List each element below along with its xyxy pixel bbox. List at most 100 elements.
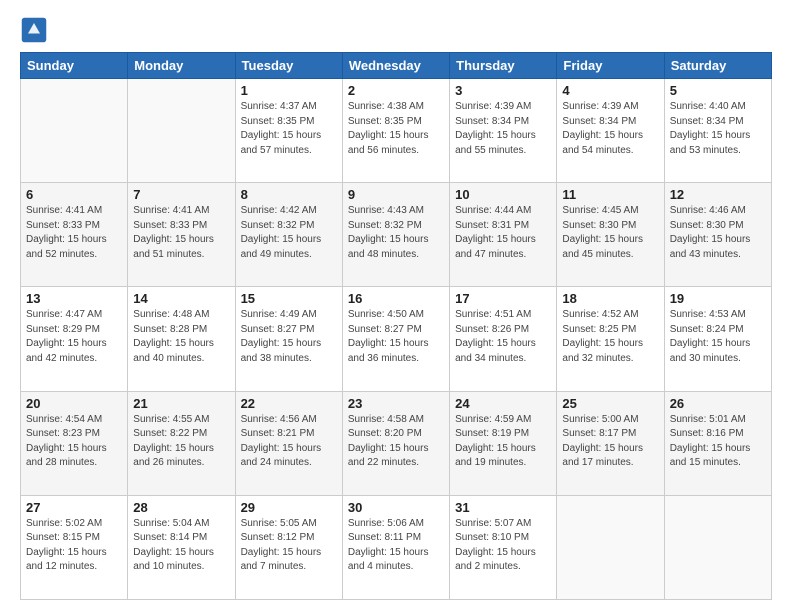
day-number: 7 (133, 187, 229, 202)
calendar-cell: 11Sunrise: 4:45 AM Sunset: 8:30 PM Dayli… (557, 183, 664, 287)
day-info: Sunrise: 4:52 AM Sunset: 8:25 PM Dayligh… (562, 308, 658, 366)
header (20, 16, 772, 44)
day-number: 16 (348, 291, 444, 306)
day-info: Sunrise: 4:53 AM Sunset: 8:24 PM Dayligh… (670, 308, 766, 366)
calendar-cell: 9Sunrise: 4:43 AM Sunset: 8:32 PM Daylig… (342, 183, 449, 287)
calendar-cell (128, 79, 235, 183)
day-info: Sunrise: 5:05 AM Sunset: 8:12 PM Dayligh… (241, 517, 337, 575)
calendar-week-row: 6 Sunrise: 4:41 AM Sunset: 8:33 PM Daylig… (21, 183, 772, 287)
day-number: 9 (348, 187, 444, 202)
weekday-header-thursday: Thursday (450, 53, 557, 79)
day-info: Sunrise: 4:45 AM Sunset: 8:30 PM Dayligh… (562, 204, 658, 262)
day-number: 17 (455, 291, 551, 306)
day-number: 23 (348, 396, 444, 411)
day-number: 18 (562, 291, 658, 306)
calendar-cell: 17 Sunrise: 4:51 AM Sunset: 8:26 PM Dayli… (450, 287, 557, 391)
calendar-cell (557, 495, 664, 599)
calendar-cell: 24 Sunrise: 4:59 AM Sunset: 8:19 PM Dayli… (450, 391, 557, 495)
day-info: Sunrise: 5:02 AM Sunset: 8:15 PM Dayligh… (26, 517, 122, 575)
day-info: Sunrise: 4:59 AM Sunset: 8:19 PM Dayligh… (455, 413, 551, 471)
day-info: Sunrise: 4:41 AM Sunset: 8:33 PM Dayligh… (26, 204, 122, 262)
day-info: Sunrise: 4:44 AM Sunset: 8:31 PM Dayligh… (455, 204, 551, 262)
day-number: 10 (455, 187, 551, 202)
calendar-cell: 5 Sunrise: 4:40 AM Sunset: 8:34 PM Daylig… (664, 79, 771, 183)
day-info: Sunrise: 4:47 AM Sunset: 8:29 PM Dayligh… (26, 308, 122, 366)
day-number: 25 (562, 396, 658, 411)
day-number: 20 (26, 396, 122, 411)
day-info: Sunrise: 4:56 AM Sunset: 8:21 PM Dayligh… (241, 413, 337, 471)
calendar-cell: 31Sunrise: 5:07 AM Sunset: 8:10 PM Dayli… (450, 495, 557, 599)
calendar-cell: 14 Sunrise: 4:48 AM Sunset: 8:28 PM Dayli… (128, 287, 235, 391)
day-number: 24 (455, 396, 551, 411)
day-number: 15 (241, 291, 337, 306)
day-info: Sunrise: 4:58 AM Sunset: 8:20 PM Dayligh… (348, 413, 444, 471)
calendar-cell: 16 Sunrise: 4:50 AM Sunset: 8:27 PM Dayli… (342, 287, 449, 391)
weekday-header-friday: Friday (557, 53, 664, 79)
day-number: 29 (241, 500, 337, 515)
day-info: Sunrise: 4:40 AM Sunset: 8:34 PM Dayligh… (670, 100, 766, 158)
day-number: 26 (670, 396, 766, 411)
calendar-cell: 29 Sunrise: 5:05 AM Sunset: 8:12 PM Dayli… (235, 495, 342, 599)
calendar-cell: 25 Sunrise: 5:00 AM Sunset: 8:17 PM Dayli… (557, 391, 664, 495)
calendar-cell: 20 Sunrise: 4:54 AM Sunset: 8:23 PM Dayli… (21, 391, 128, 495)
day-number: 27 (26, 500, 122, 515)
day-info: Sunrise: 4:49 AM Sunset: 8:27 PM Dayligh… (241, 308, 337, 366)
day-number: 8 (241, 187, 337, 202)
day-info: Sunrise: 5:01 AM Sunset: 8:16 PM Dayligh… (670, 413, 766, 471)
calendar-cell: 1 Sunrise: 4:37 AM Sunset: 8:35 PM Daylig… (235, 79, 342, 183)
calendar-cell: 2 Sunrise: 4:38 AM Sunset: 8:35 PM Daylig… (342, 79, 449, 183)
day-info: Sunrise: 5:00 AM Sunset: 8:17 PM Dayligh… (562, 413, 658, 471)
day-info: Sunrise: 4:50 AM Sunset: 8:27 PM Dayligh… (348, 308, 444, 366)
day-info: Sunrise: 4:38 AM Sunset: 8:35 PM Dayligh… (348, 100, 444, 158)
calendar-cell: 4Sunrise: 4:39 AM Sunset: 8:34 PM Daylig… (557, 79, 664, 183)
calendar-cell: 13 Sunrise: 4:47 AM Sunset: 8:29 PM Dayli… (21, 287, 128, 391)
calendar-cell: 22 Sunrise: 4:56 AM Sunset: 8:21 PM Dayli… (235, 391, 342, 495)
calendar-cell (664, 495, 771, 599)
day-number: 31 (455, 500, 551, 515)
calendar-cell: 30Sunrise: 5:06 AM Sunset: 8:11 PM Dayli… (342, 495, 449, 599)
calendar-cell: 8 Sunrise: 4:42 AM Sunset: 8:32 PM Daylig… (235, 183, 342, 287)
day-info: Sunrise: 4:42 AM Sunset: 8:32 PM Dayligh… (241, 204, 337, 262)
calendar-cell: 19 Sunrise: 4:53 AM Sunset: 8:24 PM Dayli… (664, 287, 771, 391)
logo (20, 16, 52, 44)
calendar-cell: 10 Sunrise: 4:44 AM Sunset: 8:31 PM Dayli… (450, 183, 557, 287)
calendar-cell: 26 Sunrise: 5:01 AM Sunset: 8:16 PM Dayli… (664, 391, 771, 495)
day-info: Sunrise: 5:06 AM Sunset: 8:11 PM Dayligh… (348, 517, 444, 575)
day-info: Sunrise: 4:54 AM Sunset: 8:23 PM Dayligh… (26, 413, 122, 471)
day-info: Sunrise: 4:55 AM Sunset: 8:22 PM Dayligh… (133, 413, 229, 471)
day-info: Sunrise: 4:51 AM Sunset: 8:26 PM Dayligh… (455, 308, 551, 366)
weekday-header-wednesday: Wednesday (342, 53, 449, 79)
day-number: 2 (348, 83, 444, 98)
calendar-cell (21, 79, 128, 183)
day-number: 6 (26, 187, 122, 202)
day-number: 3 (455, 83, 551, 98)
logo-icon (20, 16, 48, 44)
day-number: 5 (670, 83, 766, 98)
day-number: 1 (241, 83, 337, 98)
day-number: 19 (670, 291, 766, 306)
day-number: 13 (26, 291, 122, 306)
weekday-header-tuesday: Tuesday (235, 53, 342, 79)
calendar-week-row: 13 Sunrise: 4:47 AM Sunset: 8:29 PM Dayli… (21, 287, 772, 391)
calendar-cell: 18 Sunrise: 4:52 AM Sunset: 8:25 PM Dayli… (557, 287, 664, 391)
weekday-header-sunday: Sunday (21, 53, 128, 79)
calendar-cell: 15 Sunrise: 4:49 AM Sunset: 8:27 PM Dayli… (235, 287, 342, 391)
calendar-table: SundayMondayTuesdayWednesdayThursdayFrid… (20, 52, 772, 600)
weekday-header-saturday: Saturday (664, 53, 771, 79)
day-info: Sunrise: 4:48 AM Sunset: 8:28 PM Dayligh… (133, 308, 229, 366)
page: SundayMondayTuesdayWednesdayThursdayFrid… (0, 0, 792, 612)
calendar-cell: 7 Sunrise: 4:41 AM Sunset: 8:33 PM Daylig… (128, 183, 235, 287)
calendar-cell: 23 Sunrise: 4:58 AM Sunset: 8:20 PM Dayli… (342, 391, 449, 495)
calendar-week-row: 27 Sunrise: 5:02 AM Sunset: 8:15 PM Dayli… (21, 495, 772, 599)
calendar-cell: 28Sunrise: 5:04 AM Sunset: 8:14 PM Dayli… (128, 495, 235, 599)
calendar-cell: 21Sunrise: 4:55 AM Sunset: 8:22 PM Dayli… (128, 391, 235, 495)
day-info: Sunrise: 4:37 AM Sunset: 8:35 PM Dayligh… (241, 100, 337, 158)
calendar-cell: 27 Sunrise: 5:02 AM Sunset: 8:15 PM Dayli… (21, 495, 128, 599)
day-info: Sunrise: 4:39 AM Sunset: 8:34 PM Dayligh… (562, 100, 658, 158)
day-info: Sunrise: 4:41 AM Sunset: 8:33 PM Dayligh… (133, 204, 229, 262)
day-info: Sunrise: 5:04 AM Sunset: 8:14 PM Dayligh… (133, 517, 229, 575)
day-number: 22 (241, 396, 337, 411)
calendar-week-row: 1 Sunrise: 4:37 AM Sunset: 8:35 PM Daylig… (21, 79, 772, 183)
day-number: 14 (133, 291, 229, 306)
day-number: 12 (670, 187, 766, 202)
